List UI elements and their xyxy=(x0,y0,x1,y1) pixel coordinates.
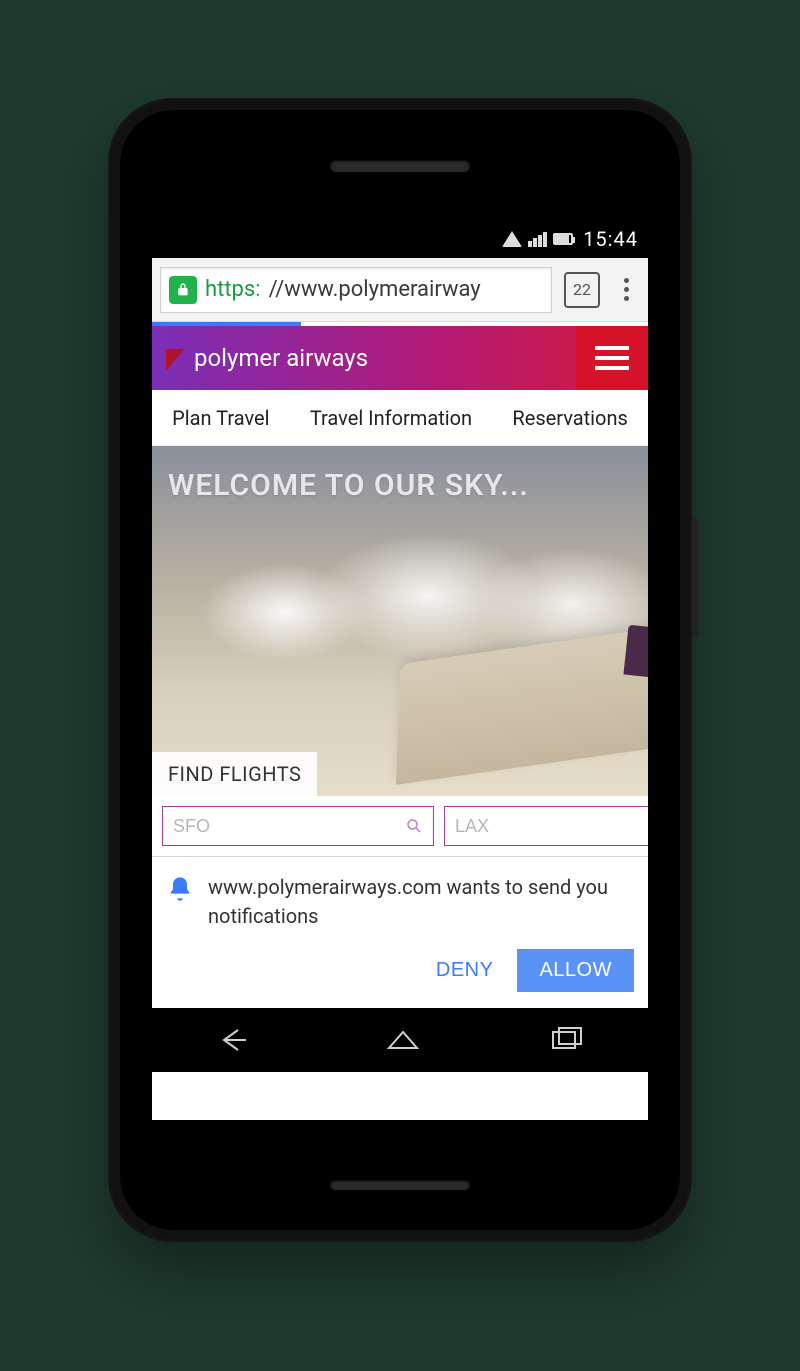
hero: WELCOME TO OUR SKY... FIND FLIGHTS xyxy=(152,446,648,796)
battery-icon xyxy=(553,233,573,245)
earpiece xyxy=(330,160,470,172)
screen: 15:44 https: //www.polymerairway 22 xyxy=(152,220,648,1120)
lock-icon xyxy=(169,276,197,304)
primary-nav: Plan Travel Travel Information Reservati… xyxy=(152,390,648,446)
back-icon[interactable] xyxy=(216,1026,256,1054)
tabs-count: 22 xyxy=(573,280,591,299)
app-header: polymer airways xyxy=(152,326,648,390)
bottom-speaker xyxy=(330,1180,470,1190)
tabs-button[interactable]: 22 xyxy=(564,272,600,308)
brand-title: polymer airways xyxy=(194,344,368,372)
from-field[interactable] xyxy=(162,806,434,846)
bell-icon xyxy=(166,875,194,903)
phone-frame: 15:44 https: //www.polymerairway 22 xyxy=(108,98,692,1242)
cell-signal-icon xyxy=(528,232,547,247)
allow-button[interactable]: ALLOW xyxy=(517,949,634,992)
status-clock: 15:44 xyxy=(583,227,638,251)
search-icon xyxy=(405,817,423,835)
deny-button[interactable]: DENY xyxy=(430,949,500,992)
address-bar[interactable]: https: //www.polymerairway xyxy=(160,267,552,313)
browser-toolbar: https: //www.polymerairway 22 xyxy=(152,258,648,322)
menu-button[interactable] xyxy=(576,326,648,390)
to-input[interactable] xyxy=(455,816,648,837)
flight-search-row xyxy=(152,796,648,857)
recents-icon[interactable] xyxy=(550,1027,584,1053)
nav-travel-information[interactable]: Travel Information xyxy=(302,406,480,430)
hero-winglet xyxy=(623,625,648,678)
overflow-menu-icon[interactable] xyxy=(612,278,640,301)
from-input[interactable] xyxy=(173,816,405,837)
nav-plan-travel[interactable]: Plan Travel xyxy=(164,406,277,430)
android-nav-bar xyxy=(152,1008,648,1072)
permission-text: www.polymerairways.com wants to send you… xyxy=(208,873,634,931)
power-button xyxy=(692,518,698,638)
hamburger-icon xyxy=(595,346,629,370)
brand-logo-icon xyxy=(166,349,184,371)
hero-title: WELCOME TO OUR SKY... xyxy=(168,468,632,503)
to-field[interactable] xyxy=(444,806,648,846)
wifi-icon xyxy=(502,231,522,247)
notification-permission-prompt: www.polymerairways.com wants to send you… xyxy=(152,857,648,941)
url-scheme: https: xyxy=(205,277,261,302)
permission-actions: DENY ALLOW xyxy=(152,941,648,1008)
home-icon[interactable] xyxy=(383,1026,423,1054)
android-status-bar: 15:44 xyxy=(152,220,648,258)
nav-reservations[interactable]: Reservations xyxy=(504,406,635,430)
url-rest: //www.polymerairway xyxy=(269,277,481,302)
find-flights-tab[interactable]: FIND FLIGHTS xyxy=(152,752,317,796)
